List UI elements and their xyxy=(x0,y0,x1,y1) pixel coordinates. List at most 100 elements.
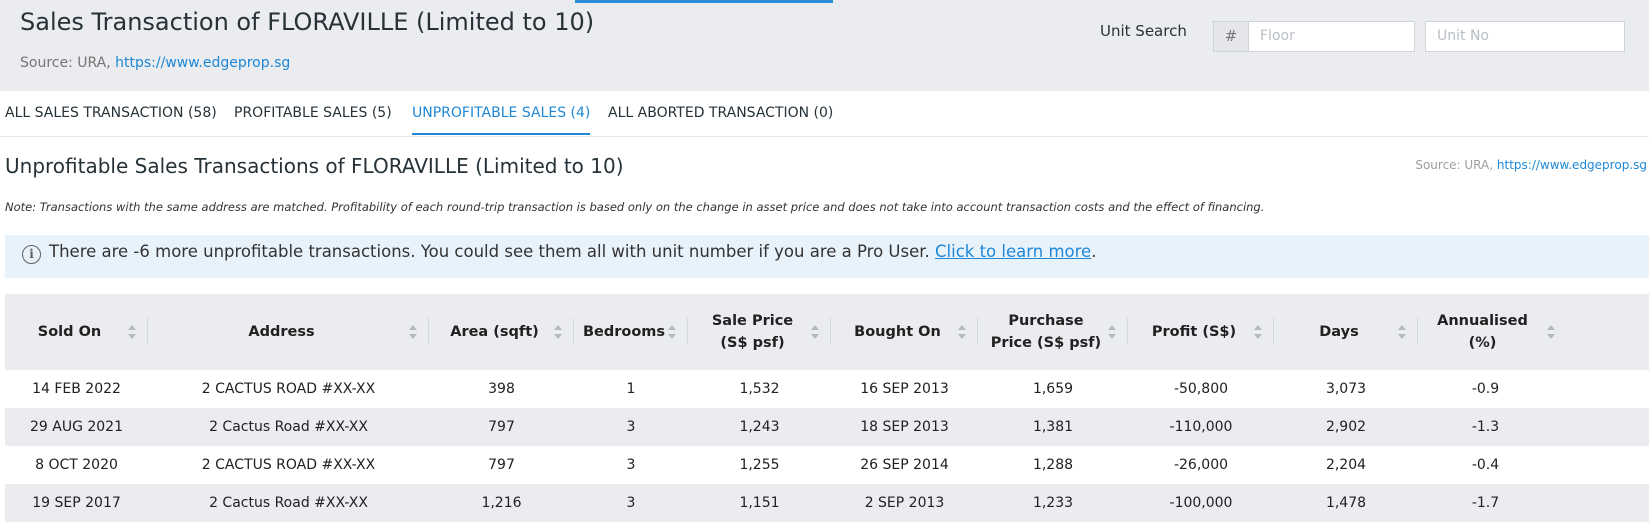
section-title: Unprofitable Sales Transactions of FLORA… xyxy=(5,154,624,178)
active-indicator-bar xyxy=(575,0,833,3)
cell-profit: -110,000 xyxy=(1169,419,1233,435)
cell-sale-price: 1,151 xyxy=(739,495,780,511)
cell-address: 2 CACTUS ROAD #XX-XX xyxy=(201,457,376,473)
cell-sold-on: 14 FEB 2022 xyxy=(32,381,121,397)
column-header[interactable]: Area (sqft) xyxy=(429,294,574,370)
info-message-text: There are -6 more unprofitable transacti… xyxy=(49,242,930,261)
transaction-tabs: ALL SALES TRANSACTION (58) PROFITABLE SA… xyxy=(0,91,1649,137)
cell-purchase-price: 1,381 xyxy=(1032,419,1074,435)
column-header[interactable]: Address xyxy=(148,294,429,370)
cell-address: 2 CACTUS ROAD #XX-XX xyxy=(201,381,376,397)
cell-bedrooms: 3 xyxy=(626,495,636,511)
sort-icon[interactable] xyxy=(1108,325,1116,339)
cell-annualised: -1.3 xyxy=(1471,419,1500,435)
column-header-label: Purchase Price (S$ psf) xyxy=(990,313,1102,351)
floor-input[interactable] xyxy=(1260,28,1410,44)
cell-bought-on: 26 SEP 2014 xyxy=(860,457,949,473)
column-header-label: Bought On xyxy=(854,324,941,340)
cell-sale-price: 1,532 xyxy=(739,381,780,397)
cell-bedrooms: 3 xyxy=(626,457,636,473)
column-header[interactable]: Sale Price (S$ psf) xyxy=(688,294,831,370)
transactions-table: Sold On Address Area (sqft) Bedrooms Sal… xyxy=(5,294,1649,522)
unit-no-search-field[interactable] xyxy=(1425,21,1625,52)
cell-sale-price: 1,243 xyxy=(739,419,780,435)
column-header[interactable]: Profit (S$) xyxy=(1128,294,1274,370)
cell-sale-price: 1,255 xyxy=(739,457,780,473)
section-source-link[interactable]: https://www.edgeprop.sg xyxy=(1497,158,1647,172)
info-message: There are -6 more unprofitable transacti… xyxy=(49,242,1096,261)
cell-profit: -100,000 xyxy=(1169,495,1233,511)
sort-icon[interactable] xyxy=(668,325,676,339)
column-header-label: Sold On xyxy=(37,324,102,340)
column-header-label: Annualised (%) xyxy=(1437,313,1528,351)
unit-search-label: Unit Search xyxy=(1100,22,1187,40)
cell-days: 3,073 xyxy=(1325,381,1367,397)
cell-bedrooms: 1 xyxy=(626,381,636,397)
cell-bought-on: 16 SEP 2013 xyxy=(860,381,949,397)
cell-address: 2 Cactus Road #XX-XX xyxy=(209,419,368,435)
hash-prefix: # xyxy=(1214,22,1249,51)
floor-search-field[interactable]: # xyxy=(1213,21,1415,52)
sort-icon[interactable] xyxy=(128,325,136,339)
sort-icon[interactable] xyxy=(1398,325,1406,339)
profitability-note: Note: Transactions with the same address… xyxy=(5,200,1265,214)
sort-icon[interactable] xyxy=(958,325,966,339)
cell-days: 1,478 xyxy=(1325,495,1367,511)
cell-bought-on: 18 SEP 2013 xyxy=(860,419,949,435)
unit-no-input[interactable] xyxy=(1437,28,1617,44)
cell-days: 2,902 xyxy=(1325,419,1367,435)
section-source: Source: URA, https://www.edgeprop.sg xyxy=(1415,158,1647,172)
cell-sold-on: 19 SEP 2017 xyxy=(32,495,121,511)
cell-annualised: -1.7 xyxy=(1471,495,1500,511)
cell-annualised: -0.4 xyxy=(1471,457,1500,473)
cell-days: 2,204 xyxy=(1325,457,1367,473)
section-source-label: Source: URA, xyxy=(1415,158,1494,172)
cell-bedrooms: 3 xyxy=(626,419,636,435)
tab-all-sales[interactable]: ALL SALES TRANSACTION (58) xyxy=(5,105,217,121)
column-header-label: Sale Price (S$ psf) xyxy=(711,313,794,351)
sort-icon[interactable] xyxy=(409,325,417,339)
tab-aborted-transactions[interactable]: ALL ABORTED TRANSACTION (0) xyxy=(608,105,833,121)
sort-icon[interactable] xyxy=(1547,325,1555,339)
column-header[interactable]: Purchase Price (S$ psf) xyxy=(978,294,1128,370)
cell-area: 398 xyxy=(488,381,515,397)
info-icon: i xyxy=(22,245,41,264)
header-source-label: Source: URA, xyxy=(20,55,111,71)
table-header-row: Sold On Address Area (sqft) Bedrooms Sal… xyxy=(5,294,1649,370)
cell-annualised: -0.9 xyxy=(1471,381,1500,397)
cell-area: 1,216 xyxy=(481,495,522,511)
tab-unprofitable-sales[interactable]: UNPROFITABLE SALES (4) xyxy=(412,105,591,135)
info-message-suffix: . xyxy=(1091,242,1097,261)
column-header[interactable]: Bedrooms xyxy=(574,294,688,370)
cell-purchase-price: 1,288 xyxy=(1032,457,1074,473)
table-row: 8 OCT 2020 2 CACTUS ROAD #XX-XX 797 3 1,… xyxy=(5,446,1649,484)
cell-area: 797 xyxy=(488,457,515,473)
page-title: Sales Transaction of FLORAVILLE (Limited… xyxy=(20,8,595,36)
tab-profitable-sales[interactable]: PROFITABLE SALES (5) xyxy=(234,105,392,121)
cell-purchase-price: 1,233 xyxy=(1032,495,1074,511)
cell-sold-on: 29 AUG 2021 xyxy=(29,419,124,435)
cell-address: 2 Cactus Road #XX-XX xyxy=(209,495,368,511)
cell-area: 797 xyxy=(488,419,515,435)
sort-icon[interactable] xyxy=(1254,325,1262,339)
column-header-label: Address xyxy=(248,324,315,340)
column-header-label: Profit (S$) xyxy=(1151,324,1237,340)
sort-icon[interactable] xyxy=(554,325,562,339)
header-source-link[interactable]: https://www.edgeprop.sg xyxy=(115,55,290,71)
column-header[interactable]: Annualised (%) xyxy=(1418,294,1649,370)
header-source: Source: URA, https://www.edgeprop.sg xyxy=(20,55,290,71)
pro-user-info-banner: i There are -6 more unprofitable transac… xyxy=(5,235,1649,278)
cell-bought-on: 2 SEP 2013 xyxy=(864,495,945,511)
column-header[interactable]: Bought On xyxy=(831,294,978,370)
cell-profit: -50,800 xyxy=(1173,381,1229,397)
sort-icon[interactable] xyxy=(811,325,819,339)
page-header: Sales Transaction of FLORAVILLE (Limited… xyxy=(0,0,1649,91)
table-row: 29 AUG 2021 2 Cactus Road #XX-XX 797 3 1… xyxy=(5,408,1649,446)
column-header-label: Days xyxy=(1319,324,1359,340)
cell-purchase-price: 1,659 xyxy=(1032,381,1074,397)
column-header[interactable]: Days xyxy=(1274,294,1418,370)
cell-sold-on: 8 OCT 2020 xyxy=(35,457,118,473)
learn-more-link[interactable]: Click to learn more xyxy=(935,242,1091,261)
column-header[interactable]: Sold On xyxy=(5,294,148,370)
table-row: 19 SEP 2017 2 Cactus Road #XX-XX 1,216 3… xyxy=(5,484,1649,522)
